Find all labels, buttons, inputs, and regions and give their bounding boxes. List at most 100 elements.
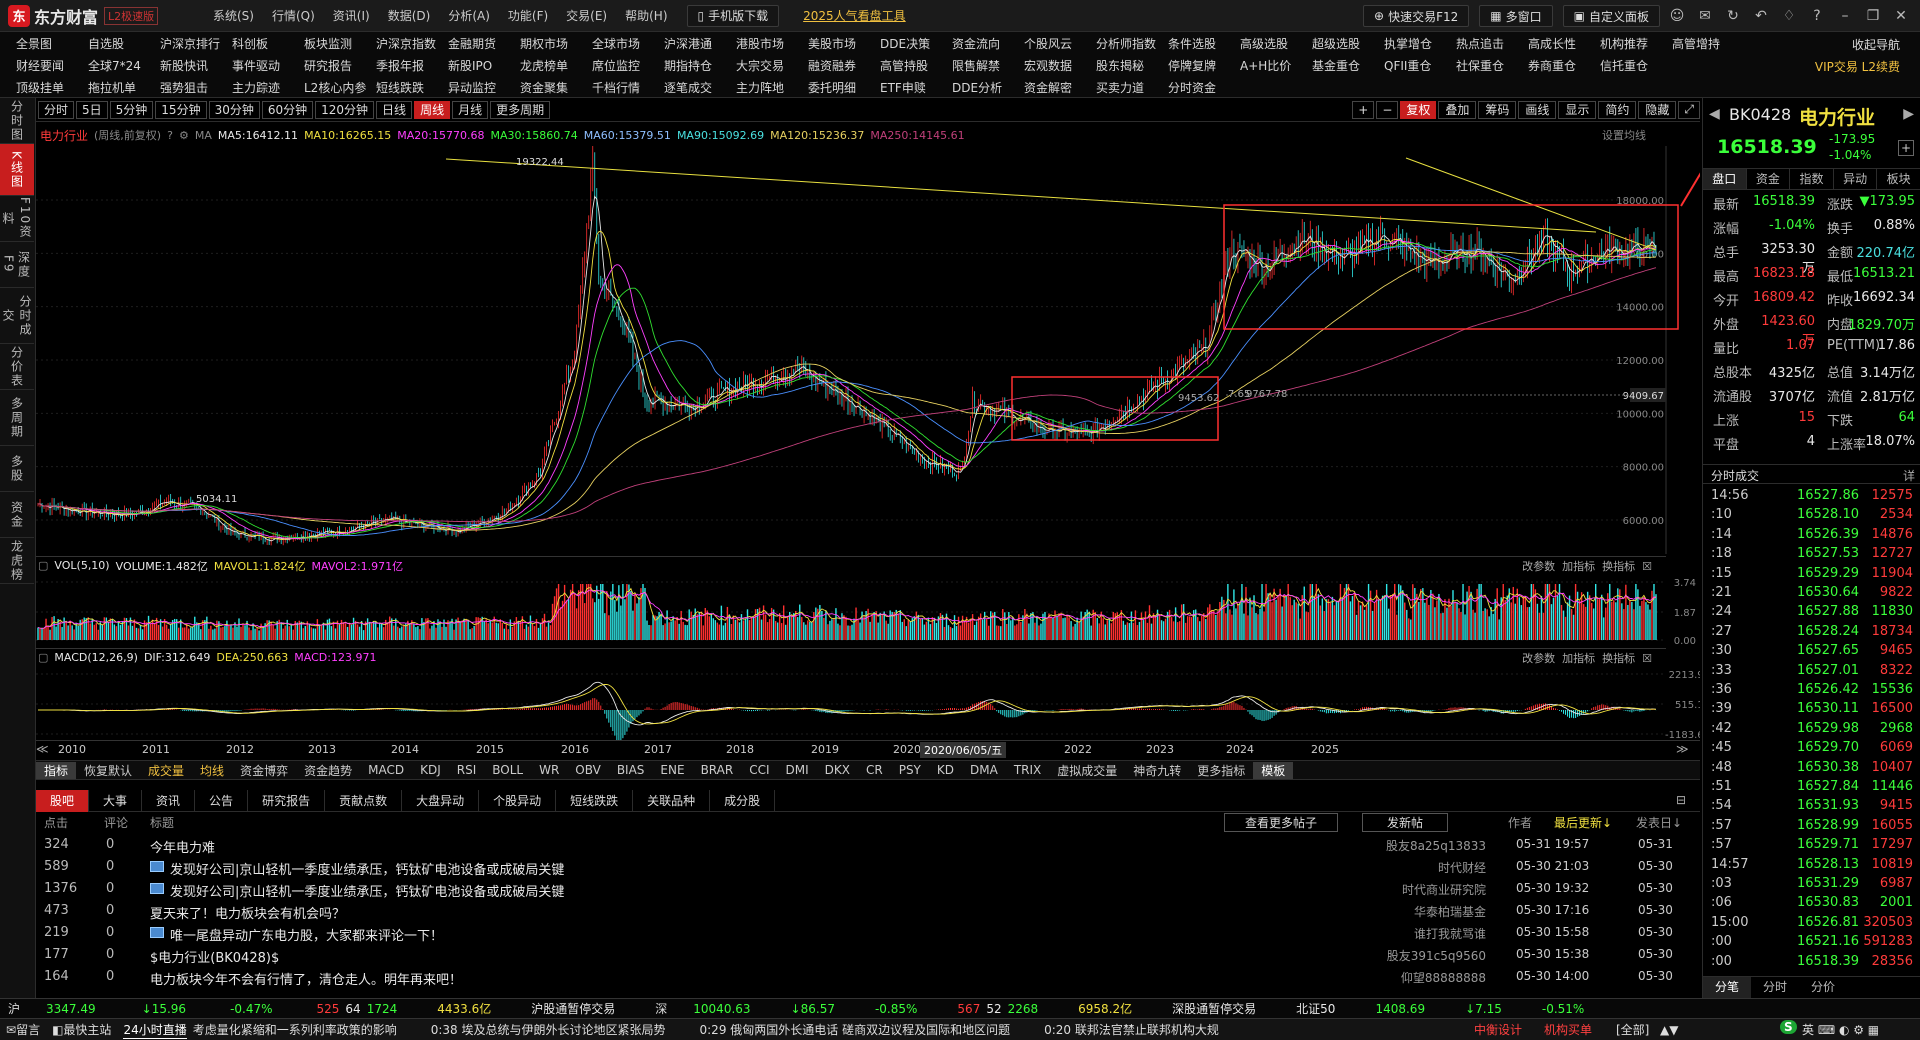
news-tab[interactable]: 关联品种 [633,789,711,812]
ticker-tag-institution[interactable]: 机构买单 [1544,1021,1592,1038]
ticker-item-4[interactable]: 0:20 联邦法官禁止联邦机构大规 [1044,1021,1219,1038]
news-tab[interactable]: 股吧 [36,789,90,812]
nav-item[interactable]: 全球市场 [576,35,648,52]
nav-item[interactable]: 宏观数据 [1008,57,1080,74]
news-title[interactable]: 电力板块今年不会有行情了，清仓走人。明年再来吧！ [150,969,462,988]
quote-tab[interactable]: 盘口 [1703,169,1747,189]
nav-item[interactable]: A+H比价 [1224,57,1296,74]
view-more-posts-button[interactable]: 查看更多帖子 [1224,813,1339,832]
fullscreen-icon[interactable]: ⤢ [1678,100,1700,119]
nav-item[interactable]: 高管持股 [864,57,936,74]
nav-item[interactable]: 基金重仓 [1296,57,1368,74]
scroll-right-icon[interactable]: ≫ [1676,742,1689,756]
nav-item[interactable]: 社保重仓 [1440,57,1512,74]
nav-item[interactable]: 融资融券 [792,57,864,74]
nav-item[interactable]: 委托明细 [792,79,864,96]
live-24h-link[interactable]: 24小时直播 [123,1021,187,1039]
news-row[interactable]: 164 0 电力板块今年不会有行情了，清仓走人。明年再来吧！ 仰望88888888 05… [36,966,1676,988]
nav-item[interactable]: 强势狙击 [144,79,216,96]
menu-item[interactable]: 交易(E) [557,0,616,32]
indicator-tab[interactable]: RSI [449,763,485,777]
nav-item[interactable]: 千档行情 [576,79,648,96]
indicator-tab[interactable]: CCI [741,763,777,777]
vol-edit-params[interactable]: 改参数 [1522,560,1555,573]
refresh-icon[interactable]: ↻ [1722,5,1744,27]
view-tab[interactable]: 龙虎榜 [0,538,34,584]
indicator-tab[interactable]: PSY [891,763,929,777]
nav-item[interactable]: 沪深京排行 [144,35,220,52]
nav-item[interactable]: 沪深京指数 [360,35,436,52]
news-tab[interactable]: 公告 [195,789,249,812]
nav-item[interactable]: 高级选股 [1224,35,1296,52]
nav-item[interactable]: 券商重仓 [1512,57,1584,74]
indicator-tab[interactable]: BRAR [693,763,742,777]
col-updated[interactable]: 最后更新↓ [1554,814,1612,831]
ticker-tag-all[interactable]: [全部] [1616,1021,1649,1038]
scroll-left-icon[interactable]: ≪ [36,742,49,756]
news-tab[interactable]: 成分股 [710,789,776,812]
ime-icon[interactable]: S [1780,1020,1797,1034]
indicator-tab[interactable]: TRIX [1006,763,1049,777]
indicator-tab[interactable]: 虚拟成交量 [1049,762,1125,779]
col-posted[interactable]: 发表日↓ [1636,814,1682,831]
nav-item[interactable]: 资金解密 [1008,79,1080,96]
nav-item[interactable]: DDE决策 [864,35,936,52]
indicator-tab[interactable]: 资金趋势 [296,762,360,779]
col-comments[interactable]: 评论 [104,814,128,831]
help-icon[interactable]: ? [1806,5,1828,27]
nav-item[interactable]: 短线跌跌 [360,79,432,96]
close-icon[interactable]: ☒ [1642,652,1652,665]
nav-item[interactable]: 港股市场 [720,35,792,52]
nav-item[interactable]: 事件驱动 [216,57,288,74]
nav-item[interactable]: 科创板 [216,35,288,52]
view-tab[interactable]: 多周期 [0,390,34,446]
nav-item[interactable]: 高成长性 [1512,35,1584,52]
nav-item[interactable]: 资金聚集 [504,79,576,96]
next-arrow-icon[interactable]: ▶ [1903,106,1914,122]
menu-item[interactable]: 资讯(I) [324,0,379,32]
vol-add-indicator[interactable]: 加指标 [1562,560,1595,573]
macd-edit-params[interactable]: 改参数 [1522,652,1555,665]
news-title[interactable]: 今年电力难 [150,837,215,856]
multi-window-button[interactable]: ▦ 多窗口 [1479,5,1553,27]
view-tab[interactable]: 资金 [0,492,34,538]
news-tab[interactable]: 大盘异动 [402,789,480,812]
view-tab[interactable]: K线图 [0,144,34,196]
help-icon-small[interactable]: ? [167,129,173,142]
period-button[interactable]: 120分钟 [315,100,375,119]
gear-icon[interactable]: ⚙ [179,129,189,142]
restore-icon[interactable]: ❐ [1862,5,1884,27]
chart-tool-button[interactable]: 隐藏 [1638,100,1677,119]
news-author[interactable]: 时代商业研究院 [1402,881,1486,898]
nav-item[interactable]: 执掌增仓 [1368,35,1440,52]
vol-switch-indicator[interactable]: 换指标 [1602,560,1635,573]
period-button[interactable]: 15分钟 [155,100,207,119]
menu-item[interactable]: 分析(A) [439,0,499,32]
nav-item[interactable]: DDE分析 [936,79,1008,96]
period-button[interactable]: 月线 [452,100,489,119]
nav-item[interactable]: 限售解禁 [936,57,1008,74]
indicator-tab[interactable]: 更多指标 [1189,762,1253,779]
nav-item[interactable]: 机构推荐 [1584,35,1656,52]
news-tab[interactable]: 个股异动 [479,789,557,812]
skin-icon[interactable]: ♢ [1778,5,1800,27]
period-button[interactable]: 周线 [414,100,451,119]
nav-item[interactable]: 全景图 [0,35,72,52]
news-author[interactable]: 股友391c5q9560 [1387,947,1486,964]
indicator-tab[interactable]: WR [531,763,567,777]
macd-chart[interactable]: 2213.95 515.15 -1183.66 [36,666,1700,740]
volume-chart[interactable]: 3.74 1.87 0.00 [36,574,1700,644]
collapse-nav-link[interactable]: 收起导航 [1852,36,1900,53]
news-author[interactable]: 时代财经 [1438,859,1486,876]
add-watchlist-icon[interactable]: + [1898,140,1914,156]
indicator-tab[interactable]: MACD [360,763,412,777]
nav-item[interactable]: 分析师指数 [1080,35,1156,52]
promo-link[interactable]: 2025人气看盘工具 [803,7,906,24]
period-button[interactable]: 分时 [38,100,75,119]
nav-item[interactable]: 新股快讯 [144,57,216,74]
news-tab[interactable]: 大事 [89,789,143,812]
user-icon[interactable]: ☺ [1666,5,1688,27]
period-button[interactable]: 30分钟 [208,100,260,119]
macd-add-indicator[interactable]: 加指标 [1562,652,1595,665]
ticker-item-1[interactable]: 考虑量化紧缩和一系列利率政策的影响 [193,1021,397,1038]
